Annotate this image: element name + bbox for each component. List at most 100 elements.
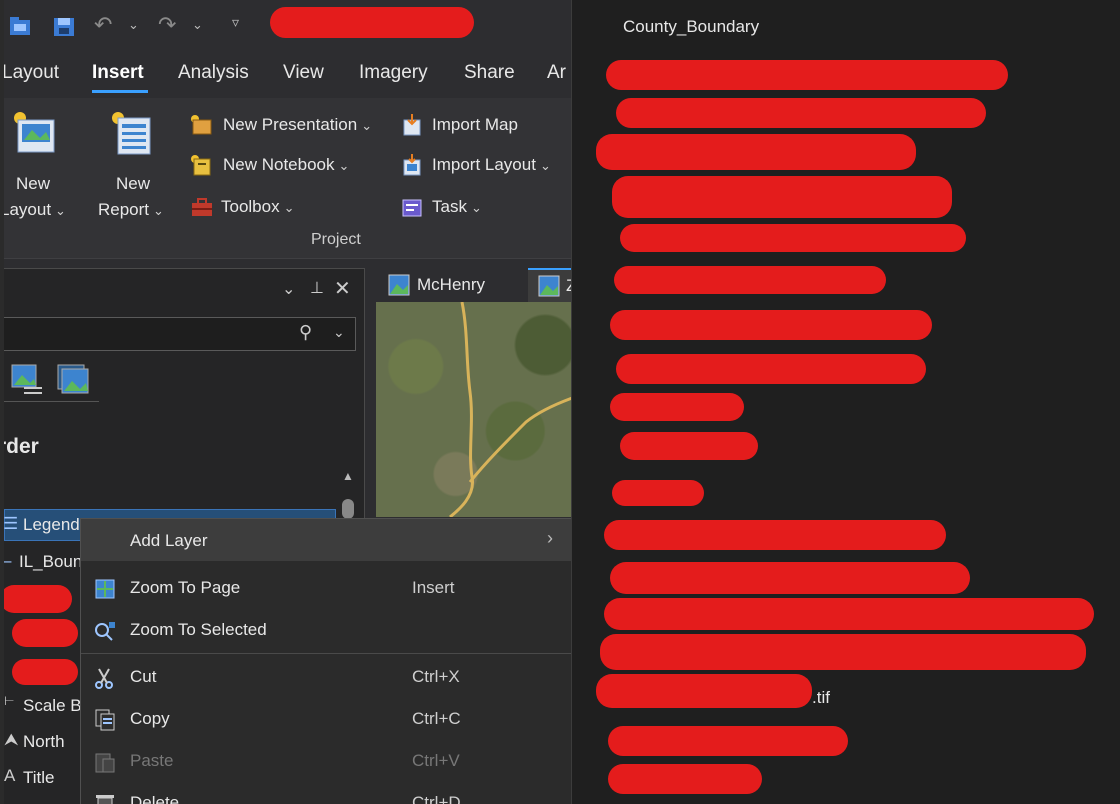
- ribbon-tab-bar: Layout Insert Analysis View Imagery Shar…: [4, 52, 571, 98]
- county-boundary-lines: [449, 302, 571, 517]
- task-button[interactable]: Task ⌄: [400, 194, 500, 222]
- redacted-list-item-2: [12, 619, 78, 647]
- new-presentation-button[interactable]: New Presentation ⌄: [190, 112, 390, 140]
- tab-layout[interactable]: Layout: [4, 62, 59, 84]
- context-menu: Add Layer › Zoom To Page Insert Zoom To …: [80, 518, 571, 804]
- redo-dropdown-chevron-icon[interactable]: ⌄: [192, 17, 203, 33]
- legend-icon: ☰: [4, 514, 19, 533]
- redacted-layer-11: [612, 480, 704, 506]
- new-presentation-icon: [191, 115, 212, 135]
- menu-item-zoom-to-selected[interactable]: Zoom To Selected: [81, 609, 571, 651]
- tab-imagery[interactable]: Imagery: [359, 62, 428, 84]
- import-map-button[interactable]: Import Map: [400, 112, 550, 140]
- new-layout-icon: [14, 112, 55, 153]
- task-icon: [402, 199, 422, 217]
- import-layout-button[interactable]: Import Layout ⌄: [400, 152, 570, 180]
- new-layout-label-line2: Layout ⌄: [4, 200, 66, 219]
- tab-layout-view[interactable]: Z: [528, 268, 571, 304]
- new-report-icon: [112, 112, 151, 155]
- menu-item-cut[interactable]: Cut Ctrl+X: [81, 656, 571, 698]
- quick-access-toolbar: ↶ ⌄ ↷ ⌄ ▿: [4, 0, 571, 52]
- toolbox-icon: [192, 198, 212, 216]
- map-view-imagery[interactable]: [376, 302, 571, 517]
- layout-icon: [538, 275, 560, 297]
- menu-item-paste[interactable]: Paste Ctrl+V: [81, 740, 571, 782]
- redacted-layer-10: [620, 432, 758, 460]
- list-by-drawing-order-icon[interactable]: [10, 363, 44, 397]
- layer-item-tif-suffix[interactable]: .tif: [812, 688, 830, 708]
- tab-insert[interactable]: Insert: [92, 62, 144, 84]
- arcgis-application: ↶ ⌄ ↷ ⌄ ▿ Layout Insert Analysis View Im…: [4, 0, 571, 804]
- list-item-north-arrow[interactable]: ⮝ North: [4, 727, 79, 757]
- menu-separator: [81, 653, 571, 654]
- list-item-title[interactable]: A Title: [4, 763, 79, 793]
- text-element-icon: A: [4, 766, 16, 785]
- redacted-layer-3: [596, 134, 916, 170]
- redacted-layer-16: [596, 674, 812, 708]
- zoom-to-selected-icon: [95, 622, 115, 641]
- menu-item-copy[interactable]: Copy Ctrl+C: [81, 698, 571, 740]
- new-report-button[interactable]: New Report ⌄: [96, 108, 176, 219]
- redacted-layer-15: [600, 634, 1086, 670]
- redacted-layer-9: [610, 393, 744, 421]
- pin-icon[interactable]: ⊥: [310, 278, 324, 298]
- scissors-icon: [95, 668, 113, 689]
- chevron-down-icon: ⌄: [361, 118, 373, 133]
- pane-divider: [4, 401, 99, 402]
- submenu-arrow-icon: ›: [547, 528, 553, 548]
- redacted-layer-8: [616, 354, 926, 384]
- new-report-label-line1: New: [116, 174, 151, 193]
- contents-search-input[interactable]: ⚲ ⌄: [4, 317, 356, 351]
- list-item-il-boundary[interactable]: – IL_Boun: [4, 547, 82, 577]
- save-project-icon[interactable]: [52, 14, 78, 38]
- customize-toolbar-chevron-icon[interactable]: ▿: [232, 14, 239, 31]
- scale-bar-icon: ⊢: [4, 694, 15, 708]
- redacted-layer-1: [606, 60, 1008, 90]
- north-arrow-icon: ⮝: [4, 730, 19, 749]
- redacted-list-item-1: [4, 585, 72, 613]
- chevron-down-icon: ⌄: [470, 200, 482, 215]
- pane-options-chevron-icon[interactable]: ⌄: [282, 279, 295, 299]
- menu-item-add-layer[interactable]: Add Layer ›: [81, 519, 571, 561]
- new-notebook-button[interactable]: New Notebook ⌄: [190, 152, 390, 180]
- menu-item-delete[interactable]: Delete Ctrl+D: [81, 782, 571, 804]
- search-dropdown-chevron-icon[interactable]: ⌄: [333, 324, 345, 341]
- tab-view[interactable]: View: [283, 62, 324, 84]
- scroll-up-icon[interactable]: ▲: [342, 469, 354, 483]
- layer-list-panel: County_Boundary .tif: [571, 0, 1120, 804]
- ribbon-group-label-project: Project: [311, 231, 361, 248]
- redacted-layer-5: [620, 224, 966, 252]
- new-layout-button[interactable]: New Layout ⌄: [4, 108, 76, 219]
- open-project-icon[interactable]: [8, 14, 34, 38]
- layer-item-county-boundary[interactable]: County_Boundary: [623, 17, 759, 37]
- tab-share[interactable]: Share: [464, 62, 515, 84]
- redacted-layer-12: [604, 520, 946, 550]
- tab-arcade[interactable]: Ar: [547, 62, 566, 84]
- tab-analysis[interactable]: Analysis: [178, 62, 249, 84]
- import-layout-icon: [403, 154, 421, 176]
- delete-icon: [96, 795, 114, 804]
- undo-icon[interactable]: ↶: [94, 12, 112, 38]
- list-by-element-type-icon[interactable]: [56, 363, 92, 399]
- undo-dropdown-chevron-icon[interactable]: ⌄: [128, 17, 139, 33]
- redacted-layer-7: [610, 310, 932, 340]
- paste-icon: [95, 753, 115, 773]
- drawing-order-heading: rder: [4, 435, 39, 458]
- toolbox-button[interactable]: Toolbox ⌄: [190, 194, 320, 222]
- menu-item-zoom-to-page[interactable]: Zoom To Page Insert: [81, 567, 571, 609]
- view-tab-strip: McHenry Z: [370, 268, 571, 304]
- redacted-layer-13: [610, 562, 970, 594]
- redo-icon[interactable]: ↷: [158, 12, 176, 38]
- scrollbar-thumb[interactable]: [342, 499, 354, 519]
- chevron-down-icon: ⌄: [153, 203, 164, 218]
- search-icon[interactable]: ⚲: [299, 322, 312, 343]
- contents-pane-header: ⌄ ⊥ ✕: [4, 269, 364, 309]
- tab-mchenry-map[interactable]: McHenry: [378, 268, 528, 302]
- redacted-layer-18: [608, 764, 762, 794]
- legend-item-icon: –: [4, 551, 11, 571]
- contents-scrollbar[interactable]: ▲: [338, 469, 358, 519]
- list-item-scale-bar[interactable]: ⊢ Scale B: [4, 691, 82, 721]
- active-tab-indicator: [92, 90, 148, 93]
- close-icon[interactable]: ✕: [334, 276, 351, 301]
- redacted-layer-4: [612, 176, 952, 218]
